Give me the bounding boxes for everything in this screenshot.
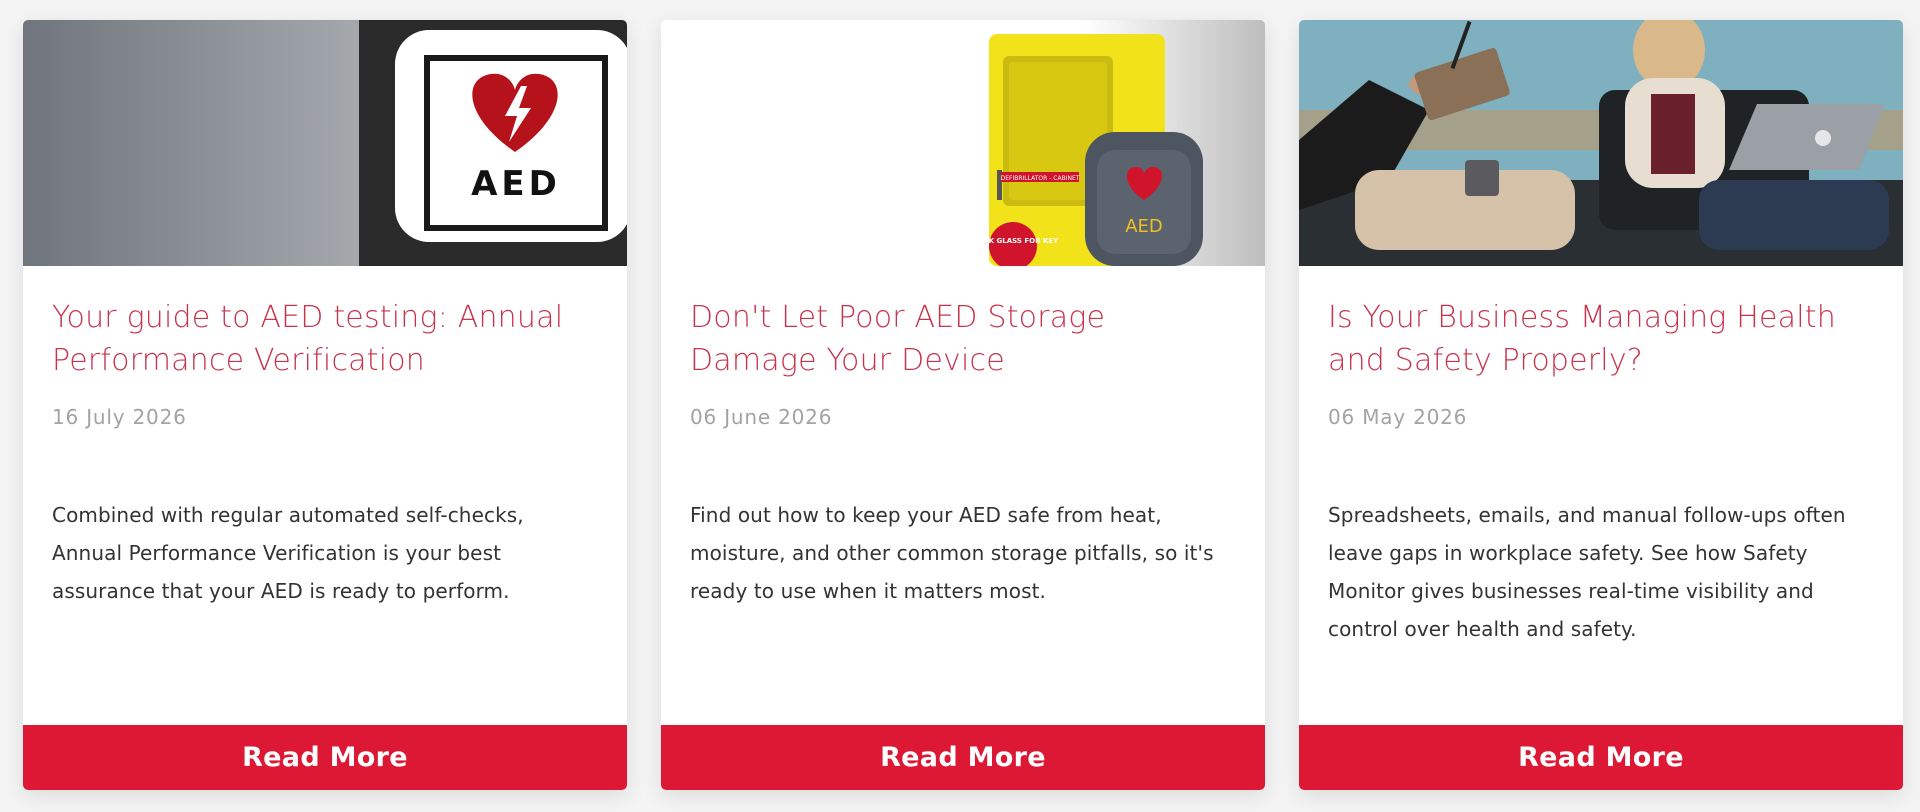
aed-sign-image[interactable]: AED: [23, 20, 627, 266]
read-more-button[interactable]: Read More: [23, 725, 627, 790]
post-title[interactable]: Don't Let Poor AED Storage Damage Your D…: [690, 296, 1236, 382]
blog-card: DEFIBRILLATOR - CABINET AED BREAK GLASS …: [661, 20, 1265, 790]
cabinet-label: DEFIBRILLATOR - CABINET: [1001, 175, 1080, 182]
meeting-photo-image[interactable]: [1299, 20, 1903, 266]
card-body: Don't Let Poor AED Storage Damage Your D…: [661, 266, 1265, 610]
aed-cabinet-image[interactable]: DEFIBRILLATOR - CABINET AED BREAK GLASS …: [661, 20, 1265, 266]
post-excerpt: Combined with regular automated self-che…: [52, 503, 524, 603]
card-body: Is Your Business Managing Health and Saf…: [1299, 266, 1903, 648]
post-date: 06 June 2026: [690, 405, 833, 429]
blog-card-grid: AED Your guide to AED testing: Annual Pe…: [0, 0, 1920, 812]
post-date: 16 July 2026: [52, 405, 187, 429]
blog-card: AED Your guide to AED testing: Annual Pe…: [23, 20, 627, 790]
bag-label: AED: [1125, 216, 1163, 237]
post-excerpt: Spreadsheets, emails, and manual follow-…: [1328, 503, 1846, 641]
post-excerpt: Find out how to keep your AED safe from …: [690, 503, 1214, 603]
card-body: Your guide to AED testing: Annual Perfor…: [23, 266, 627, 610]
post-title[interactable]: Your guide to AED testing: Annual Perfor…: [52, 296, 598, 382]
read-more-button[interactable]: Read More: [661, 725, 1265, 790]
aed-sign-text: AED: [471, 164, 561, 204]
post-date: 06 May 2026: [1328, 405, 1468, 429]
sticker-label: BREAK GLASS FOR KEY: [968, 237, 1059, 245]
read-more-button[interactable]: Read More: [1299, 725, 1903, 790]
blog-card: Is Your Business Managing Health and Saf…: [1299, 20, 1903, 790]
post-title[interactable]: Is Your Business Managing Health and Saf…: [1328, 296, 1874, 382]
